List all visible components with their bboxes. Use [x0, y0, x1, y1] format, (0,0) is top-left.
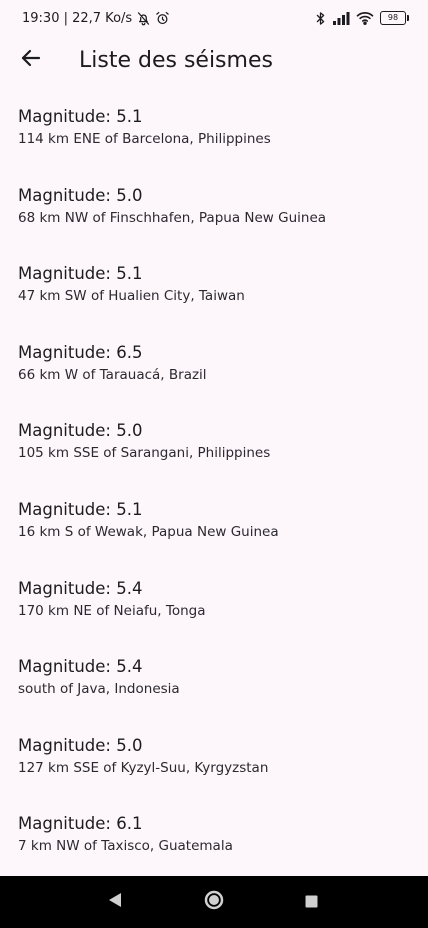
- magnitude-label: Magnitude: 5.1: [18, 107, 143, 126]
- wifi-icon: [356, 11, 374, 25]
- page-title: Liste des séismes: [79, 47, 273, 73]
- arrow-back-icon: [19, 46, 43, 74]
- notifications-off-icon: [136, 11, 151, 26]
- system-navigation-bar: [0, 876, 428, 928]
- magnitude-label: Magnitude: 6.5: [18, 342, 143, 362]
- magnitude-label: Magnitude: 5.0: [18, 735, 143, 755]
- list-item[interactable]: Magnitude: 5.1 47 km SW of Hualien City,…: [0, 251, 428, 330]
- list-item[interactable]: Magnitude: 5.0 68 km NW of Finschhafen, …: [0, 173, 428, 252]
- location-label: 105 km SSE of Sarangani, Philippines: [18, 445, 271, 462]
- location-label: 68 km NW of Finschhafen, Papua New Guine…: [18, 209, 327, 226]
- back-button[interactable]: [7, 36, 55, 84]
- list-item[interactable]: Magnitude: 5.1 114 km ENE of Barcelona, …: [0, 94, 428, 173]
- list-item[interactable]: Magnitude: 6.5 66 km W of Tarauacá, Braz…: [0, 330, 428, 409]
- magnitude-label: Magnitude: 5.1: [18, 499, 143, 519]
- bluetooth-icon: [315, 11, 326, 26]
- location-label: south of Java, Indonesia: [18, 681, 180, 698]
- list-item[interactable]: Magnitude: 6.1 7 km NW of Taxisco, Guate…: [0, 801, 428, 880]
- location-label: 170 km NE of Neiafu, Tonga: [18, 602, 206, 619]
- location-label: 127 km SSE of Kyzyl-Suu, Kyrgyzstan: [18, 759, 269, 776]
- location-label: 16 km S of Wewak, Papua New Guinea: [18, 523, 279, 540]
- nav-home-circle-icon: [203, 889, 225, 915]
- nav-back-triangle-icon: [108, 892, 122, 912]
- list-item[interactable]: Magnitude: 5.4 170 km NE of Neiafu, Tong…: [0, 566, 428, 645]
- magnitude-label: Magnitude: 5.0: [18, 185, 143, 205]
- location-label: 66 km W of Tarauacá, Brazil: [18, 366, 207, 383]
- list-item[interactable]: Magnitude: 5.0 105 km SSE of Sarangani, …: [0, 408, 428, 487]
- nav-back-button[interactable]: [95, 882, 135, 922]
- signal-icon: [332, 11, 350, 25]
- status-left: 19:30 | 22,7 Ko/s: [22, 11, 170, 26]
- status-right: 98: [315, 11, 409, 26]
- magnitude-label: Magnitude: 5.0: [18, 421, 143, 441]
- nav-home-button[interactable]: [194, 882, 234, 922]
- location-label: 47 km SW of Hualien City, Taiwan: [18, 288, 245, 305]
- nav-recents-square-icon: [305, 893, 318, 912]
- battery-indicator: 98: [380, 11, 409, 25]
- location-label: 7 km NW of Taxisco, Guatemala: [18, 838, 233, 855]
- list-item[interactable]: Magnitude: 5.1 16 km S of Wewak, Papua N…: [0, 487, 428, 566]
- status-time-speed: 19:30 | 22,7 Ko/s: [22, 10, 133, 26]
- magnitude-label: Magnitude: 5.1: [18, 264, 143, 284]
- app-bar: Liste des séismes: [0, 36, 428, 84]
- alarm-icon: [155, 11, 170, 26]
- location-label: 114 km ENE of Barcelona, Philippines: [18, 131, 271, 147]
- magnitude-label: Magnitude: 5.4: [18, 657, 143, 677]
- earthquake-list: Magnitude: 5.1 114 km ENE of Barcelona, …: [0, 94, 428, 880]
- status-bar: 19:30 | 22,7 Ko/s 98: [0, 0, 428, 36]
- magnitude-label: Magnitude: 6.1: [18, 814, 143, 834]
- magnitude-label: Magnitude: 5.4: [18, 578, 143, 598]
- list-item[interactable]: Magnitude: 5.0 127 km SSE of Kyzyl-Suu, …: [0, 723, 428, 802]
- list-item[interactable]: Magnitude: 5.4 south of Java, Indonesia: [0, 644, 428, 723]
- nav-recents-button[interactable]: [291, 882, 331, 922]
